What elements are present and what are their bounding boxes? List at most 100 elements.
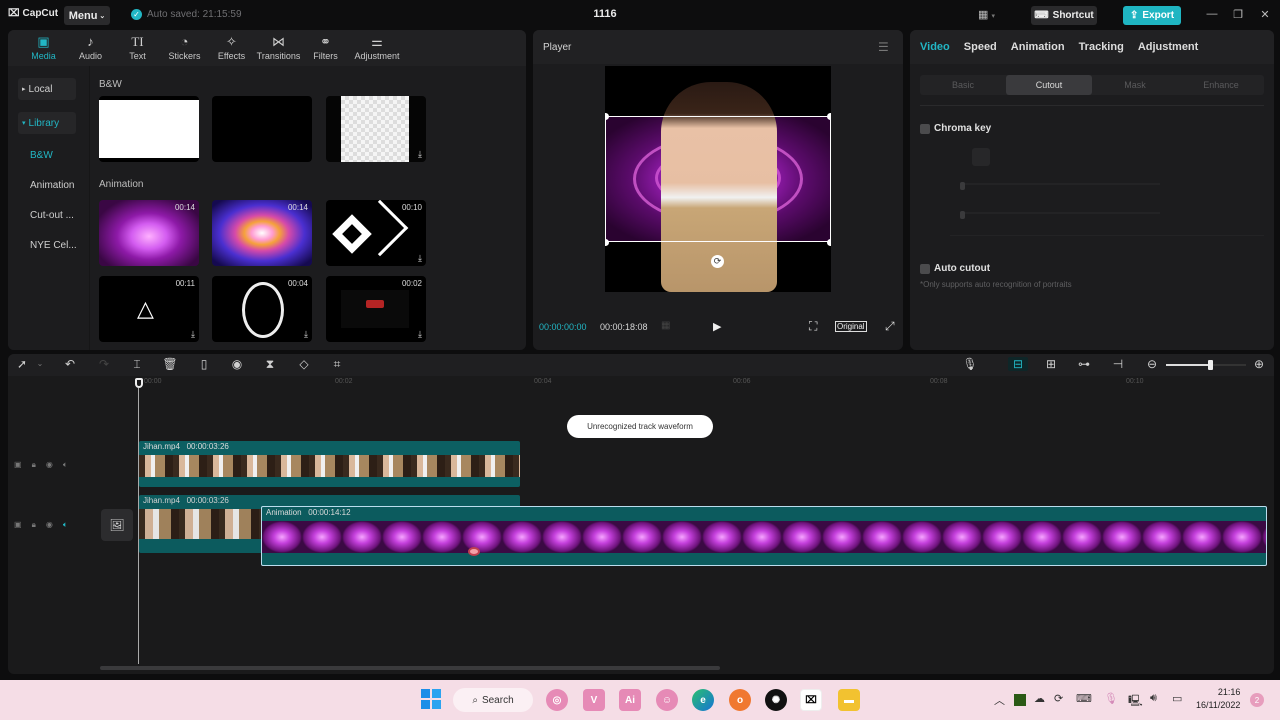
reverse-icon[interactable]: ◉ (229, 357, 245, 371)
play-button[interactable]: ▶ (713, 320, 721, 333)
select-tool-icon[interactable]: ➚ (14, 357, 30, 371)
discord-app-icon[interactable]: ☺ (656, 689, 678, 711)
microphone-icon[interactable]: 🎙︎ (1104, 692, 1118, 705)
media-thumb-animation[interactable]: 00:02 ⤓ (326, 276, 426, 342)
eye-icon[interactable]: ◉ (46, 460, 53, 470)
taskbar-search[interactable]: ⌕ Search (453, 688, 533, 712)
freeze-icon[interactable]: ▯ (196, 357, 212, 371)
onedrive-icon[interactable]: ☁ (1034, 692, 1045, 705)
tab-animation[interactable]: Animation (1011, 41, 1065, 53)
media-thumb-animation[interactable]: 00:14 (212, 200, 312, 266)
delete-icon[interactable]: 🗑 (162, 357, 178, 371)
preview-axis-icon[interactable]: ⊣ (1110, 357, 1126, 371)
chevron-down-icon[interactable]: ⌄ (32, 359, 48, 368)
subtab-cutout[interactable]: Cutout (1006, 75, 1092, 95)
media-thumb-animation[interactable]: 00:10 ⤓ (326, 200, 426, 266)
download-icon[interactable]: ⤓ (418, 253, 422, 264)
network-icon[interactable]: 🖳 (1128, 692, 1143, 711)
subtab-enhance[interactable]: Enhance (1178, 75, 1264, 95)
download-icon[interactable]: ⤓ (191, 329, 195, 340)
tab-adjustment[interactable]: Adjustment (1138, 41, 1199, 53)
playhead[interactable] (135, 378, 143, 388)
slider-handle[interactable] (960, 211, 965, 219)
tab-audio[interactable]: ♪ Audio (67, 30, 114, 66)
tab-stickers[interactable]: ◔ Stickers (161, 30, 208, 66)
restore-button[interactable]: ❐ (1231, 8, 1245, 21)
davinci-app-icon[interactable]: ✺ (765, 689, 787, 711)
lock-icon[interactable]: 🔒︎ (32, 520, 36, 530)
tab-effects[interactable]: ✧ Effects (208, 30, 255, 66)
track-cover-icon[interactable]: ▣ (14, 460, 22, 470)
battery-icon[interactable]: ▭ (1172, 692, 1182, 705)
audio-icon[interactable]: 🔈︎ (63, 460, 68, 470)
rotate-handle-icon[interactable]: ⟳ (711, 255, 724, 268)
ratio-button[interactable]: Original (835, 321, 867, 332)
media-thumb-transparent[interactable]: ⤓ (326, 96, 426, 162)
zoom-slider-handle[interactable] (1208, 360, 1213, 370)
rotate-icon[interactable]: ◇ (296, 357, 312, 371)
keyframe-marker[interactable] (468, 547, 480, 556)
color-picker[interactable] (972, 148, 990, 166)
cover-image-button[interactable]: 🖼︎ (101, 509, 133, 541)
video-clip[interactable]: Jihan.mp4 00:00:03:26 (139, 441, 520, 487)
sidebar-item-bw[interactable]: B&W (18, 144, 76, 166)
resize-handle[interactable] (827, 113, 831, 120)
hamburger-menu-icon[interactable]: ☰ (878, 40, 889, 54)
sync-icon[interactable]: ⟳ (1054, 692, 1063, 705)
subtab-mask[interactable]: Mask (1092, 75, 1178, 95)
project-title[interactable]: 1116 (590, 8, 620, 20)
chroma-key-checkbox[interactable] (920, 123, 930, 134)
media-thumb-animation[interactable]: 00:04 ⤓ (212, 276, 312, 342)
nvidia-icon[interactable] (1014, 694, 1026, 706)
redo-icon[interactable]: ↷ (96, 357, 112, 371)
start-button[interactable] (421, 689, 441, 709)
undo-icon[interactable]: ↶ (62, 357, 78, 371)
link-icon[interactable]: ⊶ (1076, 357, 1092, 371)
crop-icon[interactable]: ⌗ (329, 357, 345, 372)
zoom-slider[interactable] (1166, 360, 1246, 370)
download-icon[interactable]: ⤓ (418, 149, 422, 160)
close-button[interactable]: ✕ (1258, 8, 1272, 21)
tab-video[interactable]: Video (920, 41, 950, 53)
sidebar-item-animation[interactable]: Animation (18, 174, 88, 196)
download-icon[interactable]: ⤓ (418, 329, 422, 340)
tab-media[interactable]: ▣ Media (20, 30, 67, 66)
animation-clip[interactable]: Animation 00:00:14:12 (261, 506, 1267, 566)
auto-snap-icon[interactable]: ⊞ (1043, 357, 1059, 371)
show-hidden-icons[interactable]: ︿ (994, 692, 1005, 708)
download-icon[interactable]: ⤓ (304, 329, 308, 340)
sidebar-item-local[interactable]: ▸ Local (18, 78, 76, 100)
media-thumb-animation[interactable]: 00:14 (99, 200, 199, 266)
zoom-out-icon[interactable]: ⊖ (1144, 357, 1160, 371)
capcut-app-icon[interactable]: ⌧ (800, 689, 822, 711)
mirror-icon[interactable]: ⧗ (262, 357, 278, 372)
fullscreen-icon[interactable]: ⤢ (885, 319, 895, 334)
media-thumb-white[interactable] (99, 96, 199, 162)
volume-icon[interactable]: 🔊︎ (1150, 692, 1157, 705)
zoom-fit-icon[interactable]: ⛶ (809, 319, 817, 334)
notification-badge[interactable]: 2 (1250, 693, 1264, 707)
shadow-slider[interactable] (960, 212, 1160, 214)
keyboard-icon[interactable]: ⌨ (1076, 692, 1092, 705)
export-button[interactable]: ⇪ Export (1123, 6, 1181, 25)
tab-transitions[interactable]: ⋈ Transitions (255, 30, 302, 66)
auto-cutout-checkbox[interactable] (920, 263, 930, 274)
timeline-grid-icon[interactable]: ▦ (661, 320, 670, 331)
time-ruler[interactable]: 00:00 00:02 00:04 00:06 00:08 00:10 (8, 376, 1274, 390)
obs-app-icon[interactable]: ◎ (546, 689, 568, 711)
clock[interactable]: 21:16 16/11/2022 (1196, 686, 1240, 712)
file-explorer-app-icon[interactable]: ▬ (838, 689, 860, 711)
tab-adjustment[interactable]: ⚌ Adjustment (349, 30, 405, 66)
media-thumb-animation[interactable]: △ 00:11 ⤓ (99, 276, 199, 342)
resize-handle[interactable] (605, 239, 609, 246)
edge-app-icon[interactable]: e (692, 689, 714, 711)
minimize-button[interactable]: — (1205, 8, 1219, 20)
slider-handle[interactable] (960, 182, 965, 190)
sidebar-item-library[interactable]: ▾ Library (18, 112, 76, 134)
layout-button[interactable]: ▦ ▾ (978, 8, 995, 21)
menu-button[interactable]: Menu ⌄ (64, 6, 110, 25)
illustrator-app-icon[interactable]: Ai (619, 689, 641, 711)
split-icon[interactable]: ⌶ (129, 357, 145, 372)
valorant-app-icon[interactable]: V (583, 689, 605, 711)
shortcut-button[interactable]: ⌨ Shortcut (1031, 6, 1097, 25)
